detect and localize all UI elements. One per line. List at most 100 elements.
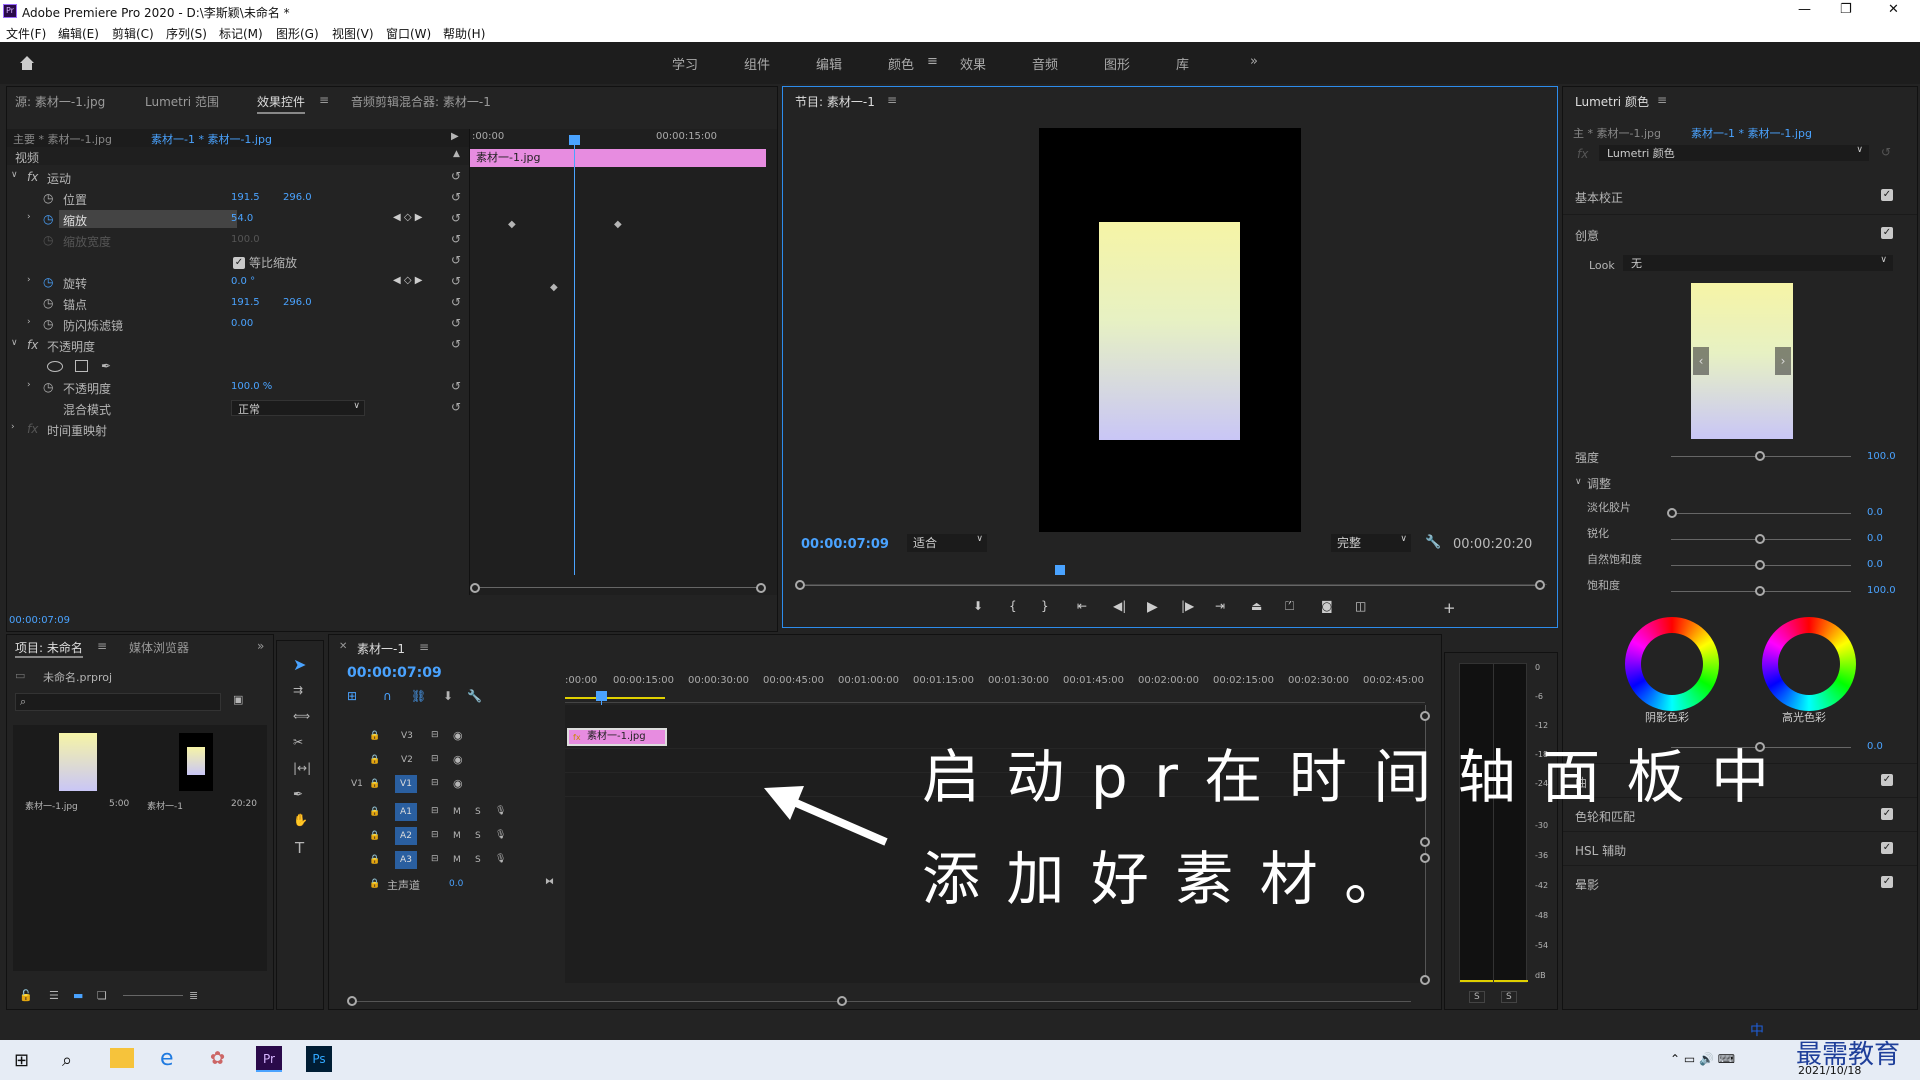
blend-mode-dropdown[interactable]: 正常 ∨ — [231, 400, 365, 416]
motion-row[interactable]: ∨ fx 运动 ↺ — [7, 167, 469, 188]
ec-playhead[interactable] — [574, 135, 575, 575]
track-label[interactable]: A1 — [395, 803, 417, 821]
windows-start-icon[interactable]: ⊞ — [14, 1050, 29, 1071]
sync-icon[interactable]: ⊟ — [431, 730, 439, 740]
tint-knob[interactable] — [1755, 742, 1765, 752]
sharpen-value[interactable]: 0.0 — [1867, 533, 1883, 544]
ws-effects[interactable]: 效果 — [960, 54, 986, 73]
ws-learn[interactable]: 学习 — [672, 54, 698, 73]
menu-help[interactable]: 帮助(H) — [443, 25, 485, 42]
project-item[interactable]: 素材一-1 20:20 — [141, 729, 257, 819]
reset-icon[interactable]: ↺ — [451, 316, 461, 330]
solo-button[interactable]: S — [475, 855, 481, 865]
chevron-down-icon[interactable]: ∨ — [11, 170, 18, 180]
wheels-row[interactable]: 色轮和匹配 ✓ — [1563, 797, 1917, 831]
solo-right-button[interactable]: S — [1501, 991, 1517, 1003]
wrench-icon[interactable]: 🔧 — [1425, 535, 1441, 550]
file-explorer-icon[interactable] — [110, 1048, 134, 1068]
program-scrollbar[interactable] — [803, 585, 1539, 586]
menu-graphics[interactable]: 图形(G) — [276, 25, 319, 42]
go-to-out-icon[interactable]: ⇥ — [1215, 599, 1225, 613]
solo-left-button[interactable]: S — [1469, 991, 1485, 1003]
reset-icon[interactable]: ↺ — [451, 211, 461, 225]
tab-effect-controls[interactable]: 效果控件 — [257, 93, 306, 114]
timeline-ruler[interactable]: :00:00 00:00:15:00 00:00:30:00 00:00:45:… — [565, 675, 1425, 703]
anchor-x[interactable]: 191.5 — [231, 297, 260, 308]
lumetri-effect-dropdown[interactable]: Lumetri 颜色 ∨ — [1599, 145, 1869, 161]
timeline-clip[interactable]: fx 素材一-1.jpg — [567, 728, 667, 746]
ripple-edit-tool-icon[interactable]: ⟺ — [293, 709, 310, 723]
keyframe-icon[interactable]: ◆ — [614, 219, 622, 230]
photoshop-taskbar-icon[interactable]: Ps — [306, 1046, 332, 1072]
reset-icon[interactable]: ↺ — [451, 379, 461, 393]
mute-button[interactable]: M — [453, 831, 461, 841]
add-button-icon[interactable]: + — [1443, 599, 1456, 617]
wheels-checkbox[interactable]: ✓ — [1881, 808, 1893, 820]
timeline-playhead-handle[interactable] — [596, 691, 607, 701]
keyframe-nav-icon[interactable]: ◀ ◇ ▶ — [393, 212, 422, 223]
vscroll-handle[interactable] — [1420, 975, 1430, 985]
chevron-right-icon[interactable]: › — [27, 380, 31, 390]
ws-editing[interactable]: 编辑 — [816, 54, 842, 73]
tray-icons[interactable]: ⌃ ▭ 🔊 ⌨ — [1670, 1052, 1735, 1066]
flicker-value[interactable]: 0.00 — [231, 318, 253, 329]
scroll-right-handle[interactable] — [1535, 580, 1545, 590]
sync-icon[interactable]: ⊟ — [431, 778, 439, 788]
vscroll-handle[interactable] — [1420, 837, 1430, 847]
ws-audio[interactable]: 音频 — [1032, 54, 1058, 73]
hsl-checkbox[interactable]: ✓ — [1881, 842, 1893, 854]
menu-view[interactable]: 视图(V) — [332, 25, 374, 42]
shadow-color-wheel[interactable] — [1625, 617, 1719, 711]
reset-icon[interactable]: ↺ — [451, 295, 461, 309]
close-button[interactable]: ✕ — [1888, 2, 1899, 17]
vscroll-handle[interactable] — [1420, 853, 1430, 863]
ws-menu-icon[interactable]: ≡ — [927, 54, 938, 69]
vscroll-handle[interactable] — [1420, 711, 1430, 721]
stopwatch-icon[interactable]: ◷ — [43, 317, 53, 331]
ime-indicator[interactable]: 中 — [1750, 1020, 1764, 1040]
track-select-tool-icon[interactable]: ⇉ — [293, 683, 303, 697]
clip-dropdown[interactable]: 素材一-1 * 素材一-1.jpg — [151, 131, 272, 147]
chevron-right-icon[interactable]: › — [27, 212, 31, 222]
mic-icon[interactable]: 🎙 — [495, 806, 506, 816]
tab-menu-icon[interactable]: ≡ — [887, 93, 897, 107]
add-marker-icon[interactable]: ⬇ — [973, 599, 983, 613]
project-item[interactable]: 素材一-1.jpg 5:00 — [19, 729, 135, 819]
linked-selection-icon[interactable]: ⛓ — [411, 689, 426, 703]
vignette-row[interactable]: 晕影 ✓ — [1563, 865, 1917, 899]
track-lane-v1[interactable] — [565, 773, 1425, 797]
track-label[interactable]: A3 — [395, 851, 417, 869]
hsl-row[interactable]: HSL 辅助 ✓ — [1563, 831, 1917, 865]
vibrance-knob[interactable] — [1755, 560, 1765, 570]
more-panels-icon[interactable]: » — [257, 639, 264, 653]
tab-media-browser[interactable]: 媒体浏览器 — [129, 639, 189, 656]
chevron-right-icon[interactable]: › — [27, 317, 31, 327]
keyframe-icon[interactable]: ◆ — [508, 219, 516, 230]
sync-icon[interactable]: ⊟ — [431, 854, 439, 864]
look-dropdown[interactable]: 无 ∨ — [1623, 255, 1893, 271]
solo-button[interactable]: S — [475, 831, 481, 841]
creative-row[interactable]: 创意 ✓ — [1563, 217, 1917, 251]
opacity-value[interactable]: 100.0 % — [231, 381, 272, 392]
rectangle-mask-icon[interactable] — [75, 360, 88, 372]
comparison-view-icon[interactable]: ◫ — [1355, 599, 1366, 613]
hscroll-handle-right[interactable] — [837, 996, 847, 1006]
close-icon[interactable]: ✕ — [339, 641, 347, 652]
ws-libraries[interactable]: 库 — [1176, 54, 1189, 73]
mute-button[interactable]: M — [453, 807, 461, 817]
reset-icon[interactable]: ↺ — [451, 400, 461, 414]
sort-icon[interactable]: ≣ — [189, 989, 198, 1002]
zoom-handle-left[interactable] — [470, 583, 480, 593]
quality-dropdown[interactable]: 完整 ∨ — [1331, 534, 1411, 552]
search-input[interactable]: ⌕ — [15, 693, 221, 711]
premiere-taskbar-icon[interactable]: Pr — [256, 1046, 282, 1072]
pen-tool-icon[interactable]: ✒ — [293, 787, 303, 801]
track-lane-v3[interactable] — [565, 725, 1425, 749]
stopwatch-icon[interactable]: ◷ — [43, 275, 53, 289]
selection-tool-icon[interactable]: ➤ — [293, 655, 306, 674]
work-area-bar[interactable] — [565, 697, 665, 699]
basic-correction-row[interactable]: 基本校正 ✓ — [1563, 179, 1917, 215]
intensity-knob[interactable] — [1755, 451, 1765, 461]
creative-checkbox[interactable]: ✓ — [1881, 227, 1893, 239]
go-to-end-icon[interactable]: ⧓ — [545, 877, 554, 887]
